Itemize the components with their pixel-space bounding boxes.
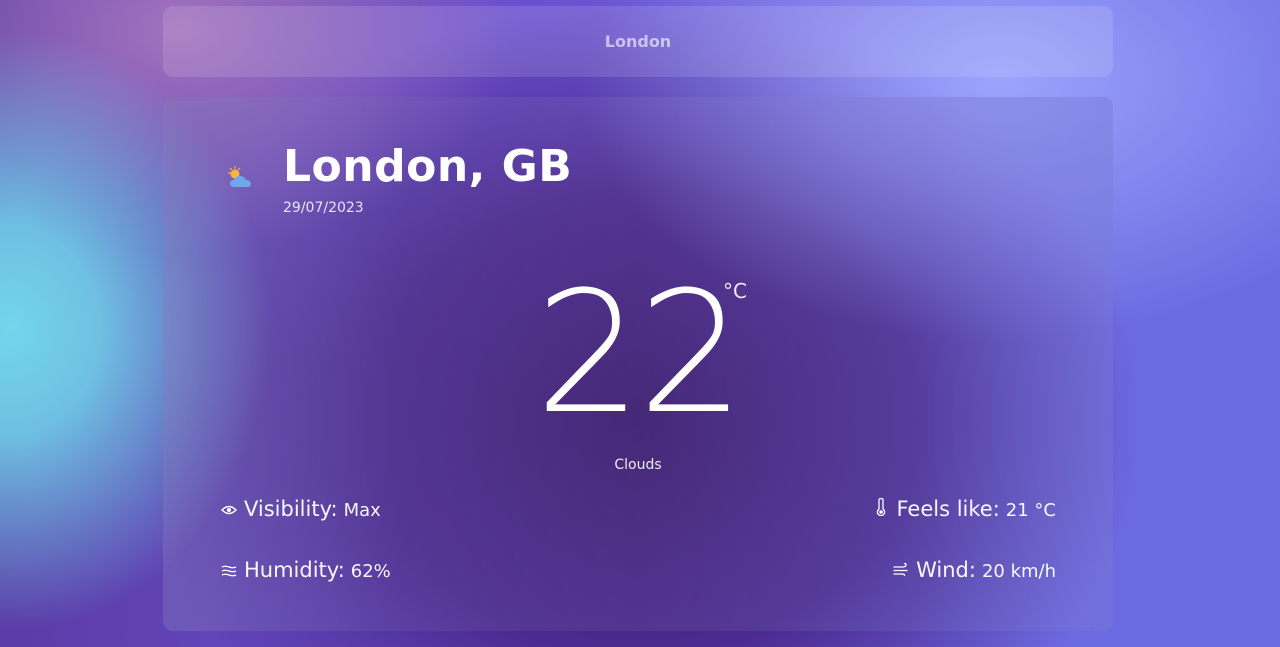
visibility-stat: Visibility: Max xyxy=(220,497,381,521)
weather-condition: Clouds xyxy=(614,457,662,473)
city-search-input[interactable] xyxy=(163,6,1113,77)
current-date: 29/07/2023 xyxy=(283,200,364,216)
feels-like-label: Feels like: xyxy=(896,497,1000,521)
wind-stat: Wind: 20 km/h xyxy=(892,558,1056,582)
search-bar[interactable] xyxy=(163,6,1113,77)
wind-icon xyxy=(892,562,910,581)
feels-like-stat: Feels like: 21 °C xyxy=(872,497,1056,521)
humidity-value: 62% xyxy=(350,561,391,582)
humidity-icon xyxy=(220,562,238,581)
eye-icon xyxy=(220,501,238,520)
wind-value: 20 km/h xyxy=(981,561,1056,582)
temperature-value: 22 xyxy=(535,255,745,451)
temperature-unit: °C xyxy=(723,279,747,303)
visibility-label: Visibility: xyxy=(244,497,338,521)
visibility-value: Max xyxy=(343,500,381,521)
partly-cloudy-icon xyxy=(223,163,257,193)
humidity-stat: Humidity: 62% xyxy=(220,558,391,582)
weather-card: London, GB 29/07/2023 22 °C Clouds Visib… xyxy=(163,97,1113,631)
feels-like-value: 21 °C xyxy=(1005,500,1056,521)
thermometer-icon xyxy=(872,497,890,520)
wind-label: Wind: xyxy=(916,558,976,582)
humidity-label: Humidity: xyxy=(244,558,345,582)
city-name: London, GB xyxy=(283,141,573,192)
